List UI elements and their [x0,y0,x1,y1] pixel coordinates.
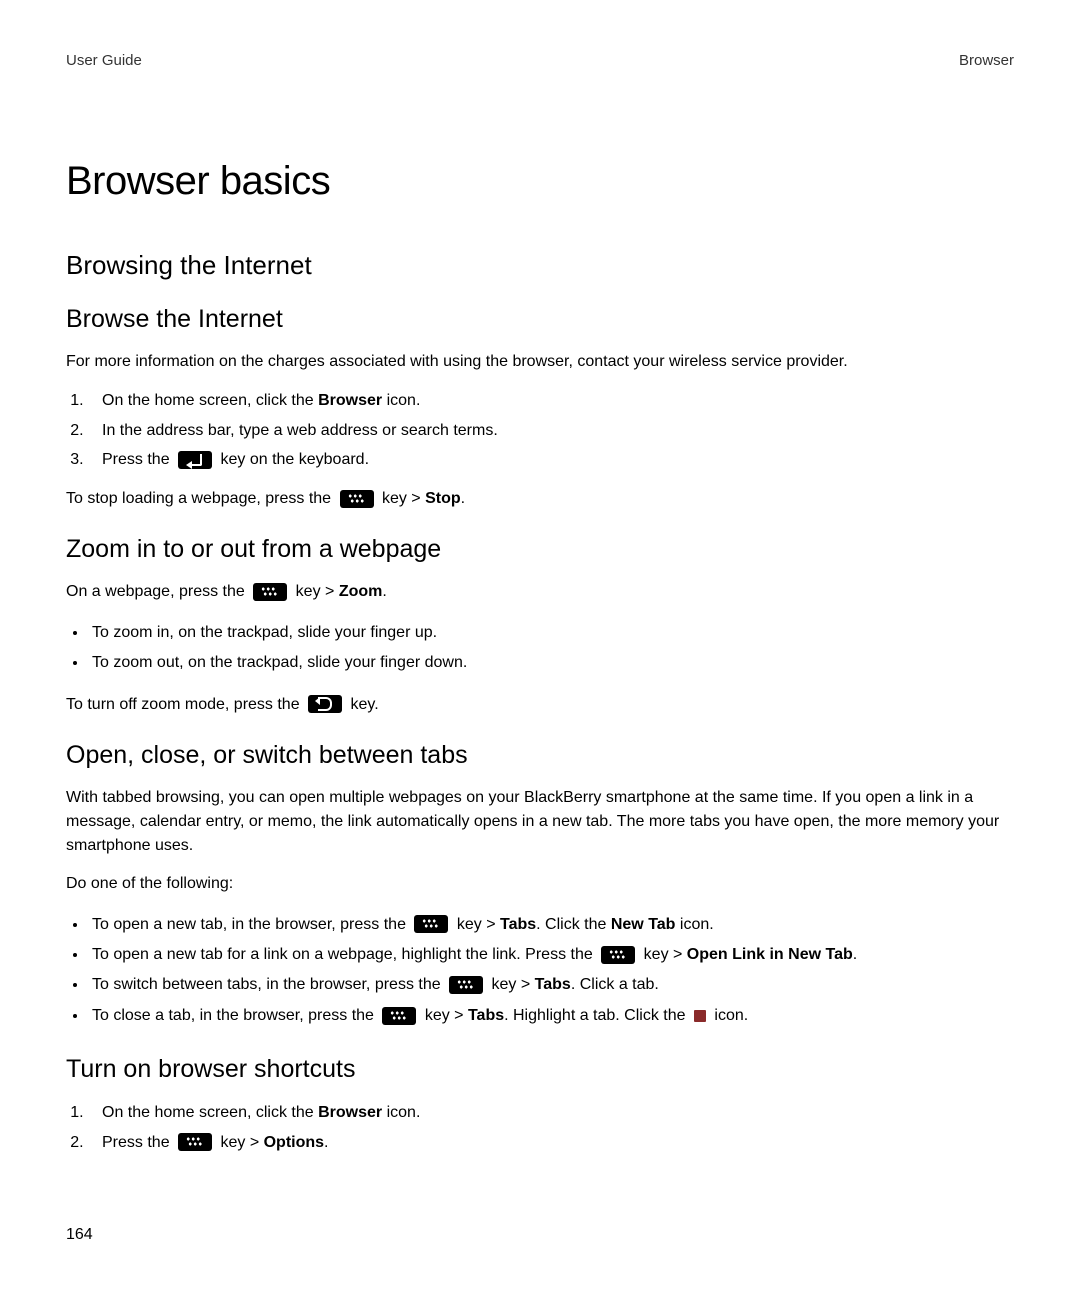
section-heading-browsing: Browsing the Internet [66,250,1014,281]
list-item: Press the key on the keyboard. [88,447,1014,473]
text: icon. [710,1007,748,1024]
text: . [382,583,386,600]
text: key > [216,1134,264,1151]
text: key > [487,976,535,993]
text: On a webpage, press the [66,583,249,600]
menu-key-icon [414,915,448,933]
enter-key-icon [178,451,212,469]
text: . [853,946,857,963]
paragraph: To turn off zoom mode, press the key. [66,693,1014,717]
text: . [461,490,465,507]
text: To turn off zoom mode, press the [66,696,304,713]
text: . [324,1134,328,1151]
text: icon. [382,1104,420,1121]
text: . Click a tab. [571,976,659,993]
text: key > [378,490,426,507]
subsection-tabs: Open, close, or switch between tabs [66,741,1014,770]
text: key on the keyboard. [216,451,369,468]
text: key > [291,583,339,600]
back-key-icon [308,695,342,713]
menu-key-icon [382,1007,416,1025]
menu-key-icon [253,583,287,601]
text: To open a new tab, in the browser, press… [92,916,410,933]
text: icon. [382,392,420,409]
ordered-list: On the home screen, click the Browser ic… [66,388,1014,473]
header-left: User Guide [66,52,142,69]
bold-text: Options [264,1134,324,1151]
text: Press the [102,1134,174,1151]
bullet-list: To open a new tab, in the browser, press… [66,910,1014,1032]
list-item: Press the key > Options. [88,1130,1014,1156]
document-page: User Guide Browser Browser basics Browsi… [0,0,1080,1155]
text: Press the [102,451,174,468]
subsection-shortcuts: Turn on browser shortcuts [66,1055,1014,1084]
subsection-browse: Browse the Internet [66,305,1014,334]
page-number: 164 [66,1226,93,1244]
list-item: To zoom in, on the trackpad, slide your … [88,618,1014,648]
text: To stop loading a webpage, press the [66,490,336,507]
list-item: On the home screen, click the Browser ic… [88,388,1014,414]
menu-key-icon [601,946,635,964]
text: key > [452,916,500,933]
text: To open a new tab for a link on a webpag… [92,946,597,963]
close-icon [694,1010,706,1022]
bold-text: Zoom [339,583,383,600]
list-item: On the home screen, click the Browser ic… [88,1100,1014,1126]
bullet-list: To zoom in, on the trackpad, slide your … [66,618,1014,679]
page-header: User Guide Browser [66,52,1014,69]
menu-key-icon [340,490,374,508]
paragraph: Do one of the following: [66,872,1014,896]
menu-key-icon [449,976,483,994]
bold-text: Browser [318,392,382,409]
header-right: Browser [959,52,1014,69]
list-item: To open a new tab, in the browser, press… [88,910,1014,940]
subsection-zoom: Zoom in to or out from a webpage [66,535,1014,564]
bold-text: Tabs [500,916,536,933]
paragraph: To stop loading a webpage, press the key… [66,487,1014,511]
text: key > [420,1007,468,1024]
list-item: To zoom out, on the trackpad, slide your… [88,648,1014,678]
paragraph: For more information on the charges asso… [66,350,1014,374]
text: key. [346,696,379,713]
text: key > [639,946,687,963]
list-item: To switch between tabs, in the browser, … [88,970,1014,1000]
bold-text: Stop [425,490,461,507]
text: To close a tab, in the browser, press th… [92,1007,378,1024]
text: . Highlight a tab. Click the [504,1007,690,1024]
bold-text: Browser [318,1104,382,1121]
bold-text: New Tab [611,916,676,933]
list-item: To open a new tab for a link on a webpag… [88,940,1014,970]
paragraph: With tabbed browsing, you can open multi… [66,786,1014,858]
text: On the home screen, click the [102,1104,318,1121]
text: icon. [675,916,713,933]
list-item: To close a tab, in the browser, press th… [88,1001,1014,1031]
page-title: Browser basics [66,159,1014,204]
bold-text: Tabs [535,976,571,993]
bold-text: Tabs [468,1007,504,1024]
text: To switch between tabs, in the browser, … [92,976,445,993]
menu-key-icon [178,1133,212,1151]
text: . Click the [536,916,611,933]
text: On the home screen, click the [102,392,318,409]
paragraph: On a webpage, press the key > Zoom. [66,580,1014,604]
ordered-list: On the home screen, click the Browser ic… [66,1100,1014,1155]
bold-text: Open Link in New Tab [687,946,853,963]
list-item: In the address bar, type a web address o… [88,418,1014,444]
